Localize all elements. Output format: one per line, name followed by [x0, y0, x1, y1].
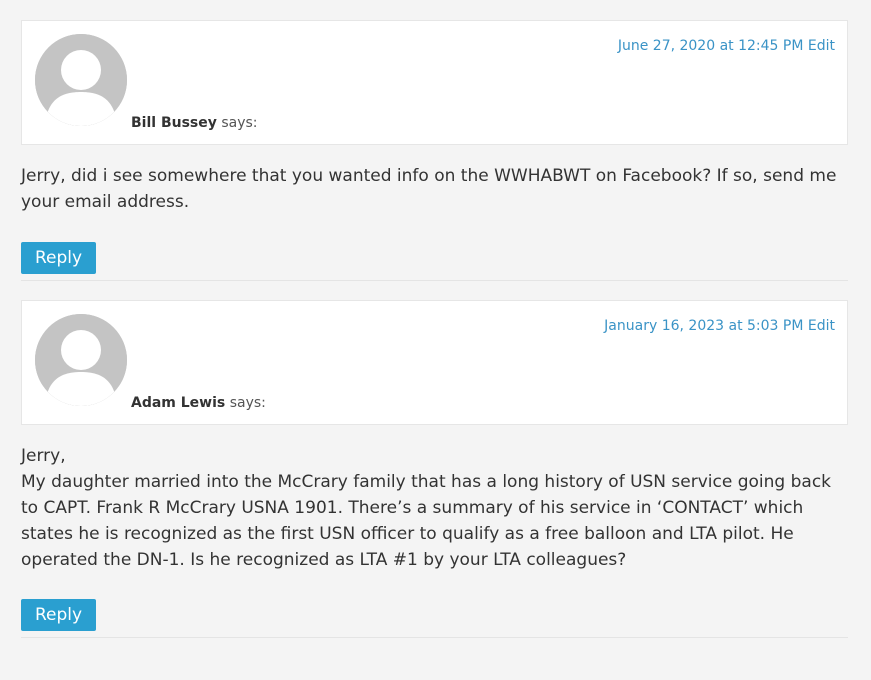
comment-metadata: June 27, 2020 at 12:45 PM Edit	[618, 37, 835, 55]
says-label: says:	[221, 115, 258, 131]
comment: January 16, 2023 at 5:03 PM Edit Adam Le…	[21, 300, 848, 638]
comment-author: Adam Lewis says:	[131, 394, 266, 412]
comment-date-link[interactable]: January 16, 2023 at 5:03 PM	[604, 318, 803, 334]
comment-meta: June 27, 2020 at 12:45 PM Edit Bill Buss…	[21, 20, 848, 145]
author-name: Adam Lewis	[131, 395, 226, 411]
comment-text-greeting: Jerry,	[21, 446, 66, 466]
reply-button[interactable]: Reply	[21, 599, 97, 631]
default-avatar-icon	[35, 34, 127, 126]
comment-list: June 27, 2020 at 12:45 PM Edit Bill Buss…	[0, 0, 871, 680]
comment-text: My daughter married into the McCrary fam…	[21, 472, 832, 570]
comment-divider	[21, 280, 848, 281]
says-label: says:	[229, 395, 266, 411]
comment-body: Jerry, did i see somewhere that you want…	[21, 163, 848, 215]
reply-button[interactable]: Reply	[21, 242, 97, 274]
comment-author: Bill Bussey says:	[131, 114, 258, 132]
author-name: Bill Bussey	[131, 115, 217, 131]
comment-text: Jerry, did i see somewhere that you want…	[21, 166, 837, 212]
comment-metadata: January 16, 2023 at 5:03 PM Edit	[604, 317, 835, 335]
comment-body: Jerry, My daughter married into the McCr…	[21, 443, 848, 573]
comment-meta: January 16, 2023 at 5:03 PM Edit Adam Le…	[21, 300, 848, 425]
edit-link[interactable]: Edit	[808, 318, 835, 334]
comment-divider	[21, 637, 848, 638]
comment: June 27, 2020 at 12:45 PM Edit Bill Buss…	[21, 20, 848, 281]
edit-link[interactable]: Edit	[808, 38, 835, 54]
comment-date-link[interactable]: June 27, 2020 at 12:45 PM	[618, 38, 804, 54]
default-avatar-icon	[35, 314, 127, 406]
